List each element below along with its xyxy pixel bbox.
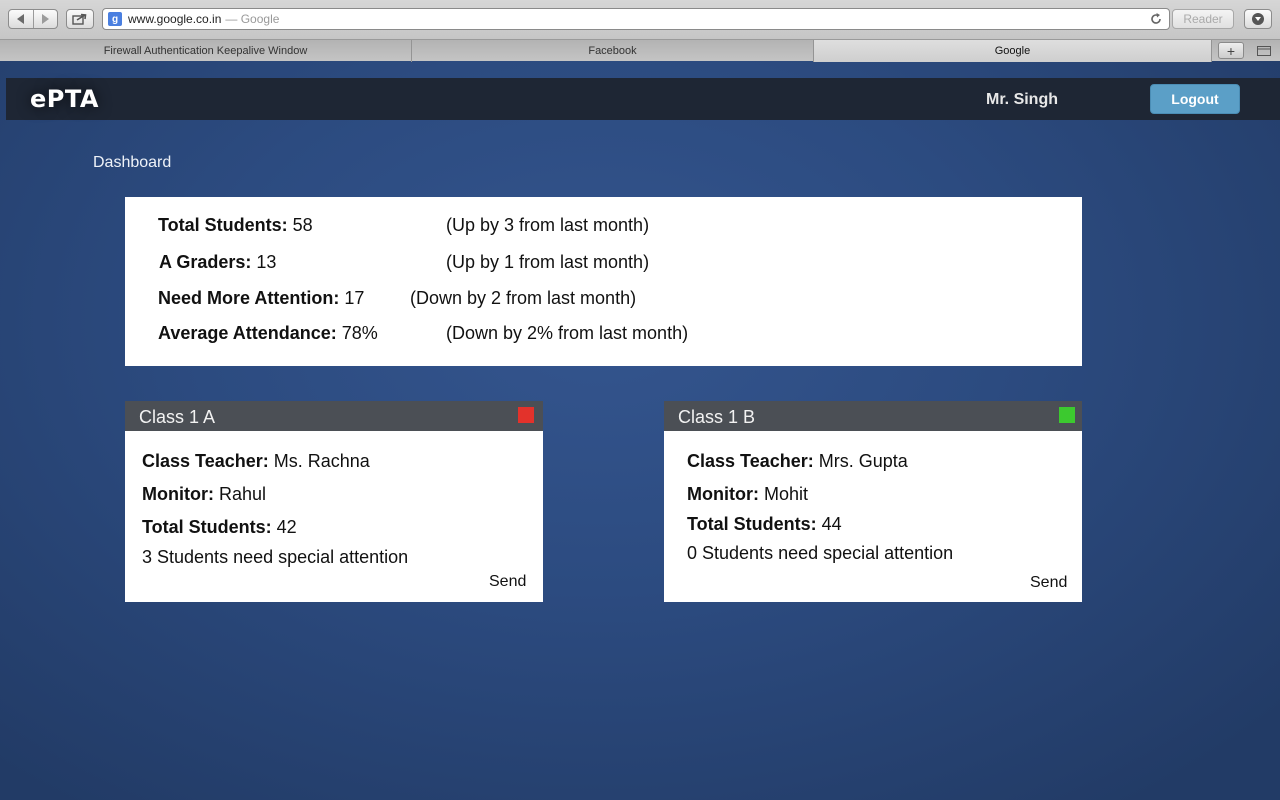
stat-trend: (Down by 2% from last month) (446, 323, 689, 343)
tab-google[interactable]: Google (814, 40, 1212, 62)
class-monitor: Monitor: Mohit (687, 484, 808, 505)
forward-arrow-icon (41, 14, 49, 24)
downloads-button[interactable] (1244, 9, 1272, 29)
tab-firewall[interactable]: Firewall Authentication Keepalive Window (0, 40, 412, 62)
tab-overview-icon (1257, 45, 1271, 56)
browser-chrome: g www.google.co.in — Google Reader Firew… (0, 0, 1280, 62)
address-bar[interactable]: g www.google.co.in — Google (102, 8, 1170, 30)
class-monitor-label: Monitor: (142, 484, 214, 504)
send-button[interactable]: Send (1030, 574, 1067, 592)
class-teacher-value: Ms. Rachna (273, 451, 370, 471)
stat-label: Need More Attention: (158, 288, 340, 308)
google-favicon-icon: g (108, 12, 122, 26)
download-icon (1252, 13, 1264, 25)
class-total-students-label: Total Students: (142, 517, 272, 537)
user-name: Mr. Singh (986, 91, 1058, 108)
class-monitor-label: Monitor: (687, 484, 759, 504)
page-title: Dashboard (93, 154, 172, 171)
class-total-students: Total Students: 42 (142, 517, 297, 538)
status-indicator (1059, 407, 1075, 423)
back-button[interactable] (9, 10, 33, 28)
class-monitor: Monitor: Rahul (142, 484, 266, 505)
class-monitor-value: Mohit (764, 484, 809, 504)
share-icon (72, 13, 87, 25)
send-button[interactable]: Send (489, 573, 526, 591)
class-total-students-value: 44 (821, 514, 842, 534)
status-indicator (518, 407, 534, 423)
class-monitor-value: Rahul (219, 484, 267, 504)
class-card-1b: Class 1 B Class Teacher: Mrs. Gupta Moni… (664, 401, 1082, 602)
stat-trend: (Up by 1 from last month) (446, 252, 650, 272)
tab-bar: Firewall Authentication Keepalive Window… (0, 39, 1280, 62)
stat-value: 13 (256, 252, 277, 272)
stat-total-students: Total Students: 58 (158, 215, 313, 236)
stat-label: Average Attendance: (158, 323, 337, 343)
class-attention-text: 0 Students need special attention (687, 543, 954, 563)
class-teacher-value: Mrs. Gupta (818, 451, 908, 471)
class-total-students: Total Students: 44 (687, 514, 842, 535)
class-total-students-label: Total Students: (687, 514, 817, 534)
browser-toolbar: g www.google.co.in — Google Reader (0, 0, 1280, 38)
class-teacher: Class Teacher: Ms. Rachna (142, 451, 370, 472)
stat-label: Total Students: (158, 215, 288, 235)
new-tab-button[interactable]: + (1218, 42, 1244, 59)
share-button[interactable] (66, 9, 94, 29)
stat-value: 58 (292, 215, 313, 235)
reload-icon[interactable] (1149, 12, 1163, 26)
stat-value: 78% (341, 323, 378, 343)
class-teacher-label: Class Teacher: (142, 451, 269, 471)
stat-need-attention: Need More Attention: 17 (158, 288, 364, 309)
stat-avg-attendance: Average Attendance: 78% (158, 323, 378, 344)
class-card-title: Class 1 A (139, 407, 216, 427)
stat-trend: (Down by 2 from last month) (410, 288, 637, 308)
class-attention-text: 3 Students need special attention (142, 547, 409, 567)
tab-facebook[interactable]: Facebook (412, 40, 814, 62)
tab-overview-button[interactable] (1252, 42, 1276, 59)
app-header: ePTA Mr. Singh Logout (6, 78, 1280, 120)
class-teacher: Class Teacher: Mrs. Gupta (687, 451, 908, 472)
logout-button[interactable]: Logout (1150, 84, 1240, 114)
back-arrow-icon (17, 14, 25, 24)
stat-trend: (Up by 3 from last month) (446, 215, 650, 235)
class-card-1a: Class 1 A Class Teacher: Ms. Rachna Moni… (125, 401, 543, 602)
stat-label: A Graders: (159, 252, 252, 272)
stat-value: 17 (344, 288, 365, 308)
address-url: www.google.co.in (128, 12, 222, 26)
history-nav (8, 9, 58, 29)
class-total-students-value: 42 (276, 517, 297, 537)
summary-panel: Total Students: 58 (Up by 3 from last mo… (125, 197, 1082, 366)
address-page-title: — Google (225, 12, 280, 26)
class-card-header: Class 1 B (664, 401, 1082, 431)
class-card-title: Class 1 B (678, 407, 756, 427)
stat-a-graders: A Graders: 13 (159, 252, 276, 273)
class-teacher-label: Class Teacher: (687, 451, 814, 471)
forward-button[interactable] (32, 10, 57, 28)
app-logo[interactable]: ePTA (30, 85, 99, 113)
class-card-header: Class 1 A (125, 401, 543, 431)
reader-button[interactable]: Reader (1172, 9, 1234, 29)
